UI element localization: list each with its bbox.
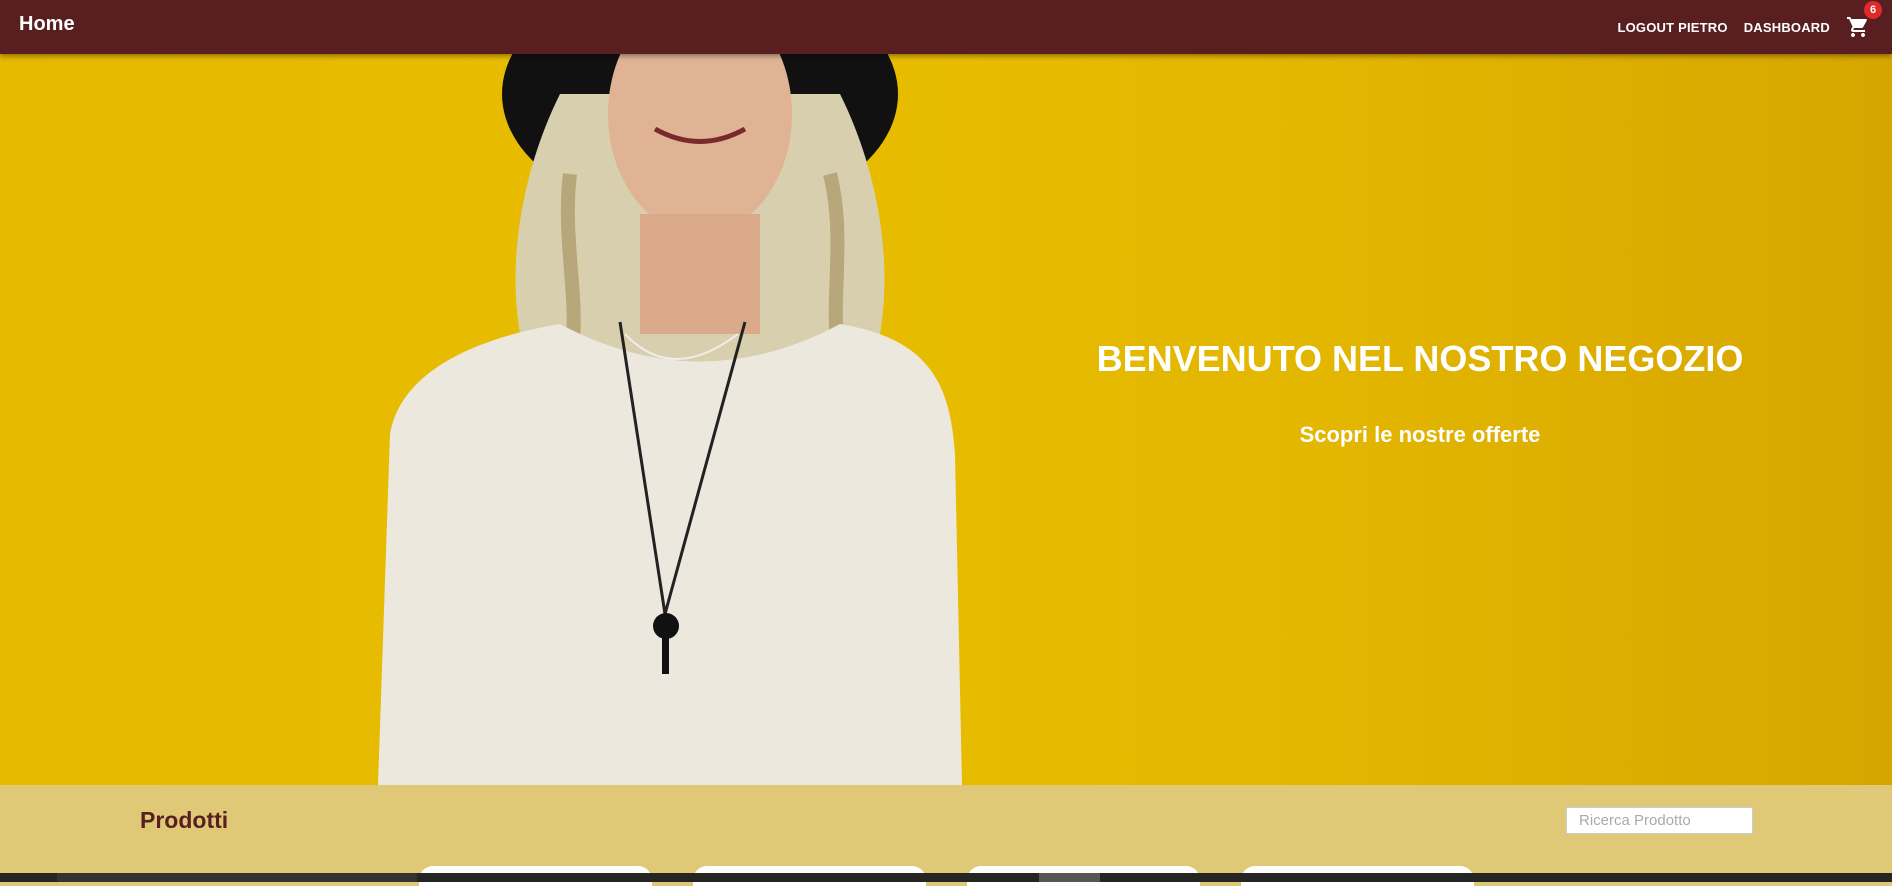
hero-photo — [378, 54, 962, 785]
cart-count-badge: 6 — [1864, 1, 1882, 19]
shopping-cart-icon — [1847, 17, 1867, 37]
logout-link[interactable]: LOGOUT PIETRO — [1617, 20, 1727, 35]
hero-banner: BENVENUTO NEL NOSTRO NEGOZIO Scopri le n… — [0, 54, 1892, 785]
cart-button[interactable]: 6 — [1846, 1, 1882, 39]
taskbar-item[interactable] — [57, 873, 417, 882]
taskbar-item[interactable] — [1039, 873, 1100, 882]
products-section: Prodotti — [0, 785, 1892, 886]
nav-right: LOGOUT PIETRO DASHBOARD 6 — [1617, 0, 1882, 54]
hero-title: BENVENUTO NEL NOSTRO NEGOZIO — [1096, 338, 1744, 379]
navbar: Home LOGOUT PIETRO DASHBOARD 6 — [0, 0, 1892, 54]
taskbar — [0, 873, 1892, 882]
product-search-input[interactable] — [1566, 807, 1753, 834]
dashboard-link[interactable]: DASHBOARD — [1744, 20, 1830, 35]
products-title: Prodotti — [140, 807, 229, 833]
hero-subtitle: Scopri le nostre offerte — [1299, 422, 1541, 447]
home-link[interactable]: Home — [19, 13, 75, 36]
